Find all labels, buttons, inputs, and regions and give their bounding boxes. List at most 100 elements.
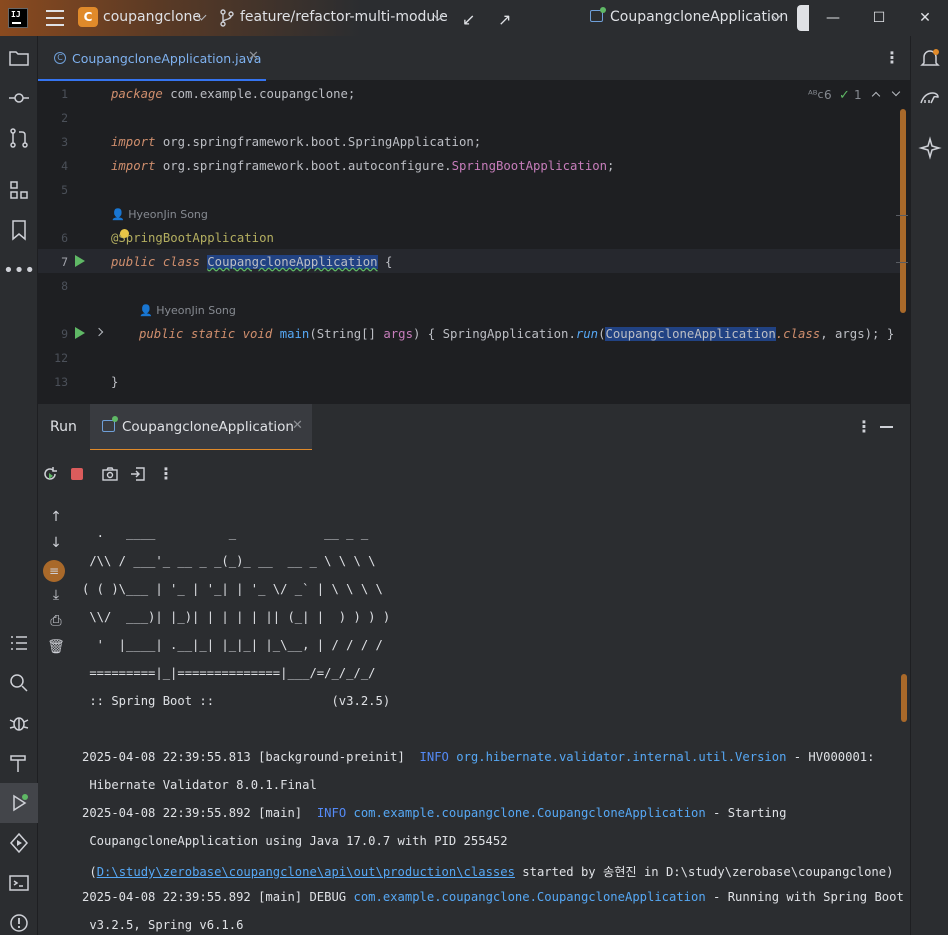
line-number: 5	[61, 183, 68, 197]
services-icon[interactable]	[7, 831, 31, 855]
scroll-down-icon[interactable]: ↓	[47, 534, 65, 552]
build-hammer-icon[interactable]	[7, 751, 31, 775]
run-config-icon	[590, 7, 606, 22]
print-icon[interactable]: ⎙	[47, 612, 65, 630]
fold-expand-icon[interactable]	[94, 327, 104, 337]
project-selector[interactable]: coupangclone	[103, 9, 201, 25]
more-tools-icon[interactable]: •••	[3, 258, 35, 282]
log-line: Hibernate Validator 8.0.1.Final	[82, 778, 317, 792]
notifications-bell-icon[interactable]	[918, 46, 942, 70]
run-toolbar-more-icon[interactable]: ⋮	[158, 464, 174, 483]
console-side-toolbar: ↑ ↓ ≡ ⤓ ⎙ 🗑	[38, 498, 72, 935]
line-number: 13	[54, 375, 68, 389]
push-icon[interactable]: ↗	[498, 10, 511, 29]
structure-icon[interactable]	[7, 178, 31, 202]
scroll-up-icon[interactable]: ↑	[47, 508, 65, 526]
code-line-6: @SpringBootApplication	[111, 231, 274, 245]
run-config-icon	[102, 416, 118, 432]
search-icon[interactable]	[7, 671, 31, 695]
line-number: 9	[61, 327, 68, 341]
code-line-1: package com.example.coupangclone;	[111, 87, 356, 101]
banner-line: . ____ _ __ _ _	[82, 526, 369, 540]
next-problem-icon[interactable]	[891, 87, 901, 97]
minimize-window-button[interactable]: —	[810, 0, 856, 36]
stop-icon[interactable]	[71, 468, 83, 480]
tab-run-coupangclone-application[interactable]: CoupangcloneApplication ✕	[90, 404, 312, 451]
code-editor[interactable]: 1 2 3 4 5 6 7 8 9 12 13 ᴬᴮc 6 ✓ 1 packag…	[38, 81, 910, 402]
git-branch-icon	[220, 9, 234, 27]
clear-trash-icon[interactable]: 🗑	[47, 638, 65, 656]
line-number: 6	[61, 231, 68, 245]
log-line: 2025-04-08 22:39:55.813 [background-prei…	[82, 750, 875, 764]
scroll-marker	[896, 262, 908, 263]
project-badge[interactable]: C	[78, 7, 98, 27]
intention-bulb-icon[interactable]	[120, 229, 129, 238]
code-line-9: public static void main(String[] args) {…	[139, 327, 895, 341]
author-hint[interactable]: 👤 HyeonJin Song	[111, 208, 208, 221]
left-tool-strip: •••	[0, 36, 38, 935]
banner-line: =========|_|==============|___/=/_/_/_/	[82, 666, 376, 680]
ok-inspection-icon[interactable]: ✓	[839, 88, 850, 103]
code-line-4: import org.springframework.boot.autoconf…	[111, 159, 615, 173]
run-config-selector[interactable]: CoupangcloneApplication	[610, 9, 788, 25]
banner-line: ( ( )\___ | '_ | '_| | '_ \/ _` | \ \ \ …	[82, 582, 383, 596]
update-project-icon[interactable]: ↙	[462, 10, 475, 29]
hide-panel-icon[interactable]	[880, 426, 893, 428]
run-panel-header: Run CoupangcloneApplication ✕ ⋮	[38, 403, 910, 451]
gradle-icon[interactable]	[918, 86, 942, 110]
debug-bug-icon[interactable]	[7, 711, 31, 735]
run-class-gutter-icon[interactable]	[75, 255, 85, 267]
line-number: 8	[61, 279, 68, 293]
code-line-7: public class CoupangcloneApplication {	[111, 255, 393, 269]
log-line: (D:\study\zerobase\coupangclone\api\out\…	[82, 865, 894, 879]
console-scrollbar[interactable]	[901, 674, 907, 722]
log-line: v3.2.5, Spring v6.1.6	[82, 918, 244, 932]
line-number: 1	[61, 87, 68, 101]
author-hint[interactable]: 👤 HyeonJin Song	[139, 304, 236, 317]
console-output[interactable]: ↑ ↓ ≡ ⤓ ⎙ 🗑 . ____ _ __ _ _ /\\ / ___'_ …	[38, 498, 910, 935]
ok-count: 1	[854, 88, 862, 102]
line-number: 3	[61, 135, 68, 149]
classes-path-link[interactable]: D:\study\zerobase\coupangclone\api\out\p…	[97, 865, 515, 879]
close-tab-icon[interactable]: ✕	[292, 418, 303, 433]
title-bar: IJ C coupangclone feature/refactor-multi…	[0, 0, 948, 36]
pull-requests-icon[interactable]	[7, 126, 31, 150]
run-tool-icon[interactable]	[7, 791, 31, 815]
run-panel-title: Run	[50, 419, 77, 435]
run-button-partial[interactable]	[797, 5, 809, 31]
project-folder-icon[interactable]	[7, 46, 31, 70]
problems-icon[interactable]	[7, 911, 31, 935]
branch-selector[interactable]: feature/refactor-multi-module	[240, 9, 448, 25]
intellij-logo-icon[interactable]: IJ	[8, 8, 28, 28]
maximize-window-button[interactable]: ☐	[856, 0, 902, 36]
tab-coupangclone-application-java[interactable]: C CoupangcloneApplication.java ✕	[38, 36, 266, 81]
editor-more-icon[interactable]: ⋮	[884, 48, 900, 67]
soft-wrap-icon[interactable]: ≡	[43, 560, 65, 582]
close-window-button[interactable]: ✕	[902, 0, 948, 36]
close-tab-icon[interactable]: ✕	[248, 49, 259, 64]
prev-problem-icon[interactable]	[871, 91, 881, 101]
banner-line: \\/ ___)| |_)| | | | | || (_| | ) ) ) )	[82, 610, 391, 624]
terminal-icon[interactable]	[7, 871, 31, 895]
banner-line: :: Spring Boot :: (v3.2.5)	[82, 694, 391, 708]
run-toolbar: ⋮	[38, 450, 910, 498]
ai-assistant-sparkle-icon[interactable]	[918, 136, 942, 160]
todo-list-icon[interactable]	[7, 631, 31, 655]
scroll-to-end-icon[interactable]: ⤓	[47, 586, 65, 604]
restore-layout-icon[interactable]	[130, 466, 146, 482]
log-line: 2025-04-08 22:39:55.892 [main] INFO com.…	[82, 806, 787, 820]
editor-scrollbar[interactable]	[900, 109, 906, 313]
scroll-marker	[896, 215, 908, 216]
typo-inspection-icon[interactable]: ᴬᴮc	[808, 88, 824, 101]
line-number: 7	[61, 255, 68, 269]
editor-tab-bar: C CoupangcloneApplication.java ✕ ⋮	[38, 36, 910, 81]
rerun-icon[interactable]	[42, 466, 59, 483]
java-class-icon: C	[54, 52, 66, 64]
bookmarks-icon[interactable]	[7, 218, 31, 242]
main-menu-icon[interactable]	[46, 10, 64, 26]
commit-icon[interactable]	[7, 86, 31, 110]
screenshot-camera-icon[interactable]	[102, 466, 118, 482]
banner-line: /\\ / ___'_ __ _ _(_)_ __ __ _ \ \ \ \	[82, 554, 376, 568]
run-panel-more-icon[interactable]: ⋮	[856, 417, 872, 436]
run-main-gutter-icon[interactable]	[75, 327, 85, 339]
